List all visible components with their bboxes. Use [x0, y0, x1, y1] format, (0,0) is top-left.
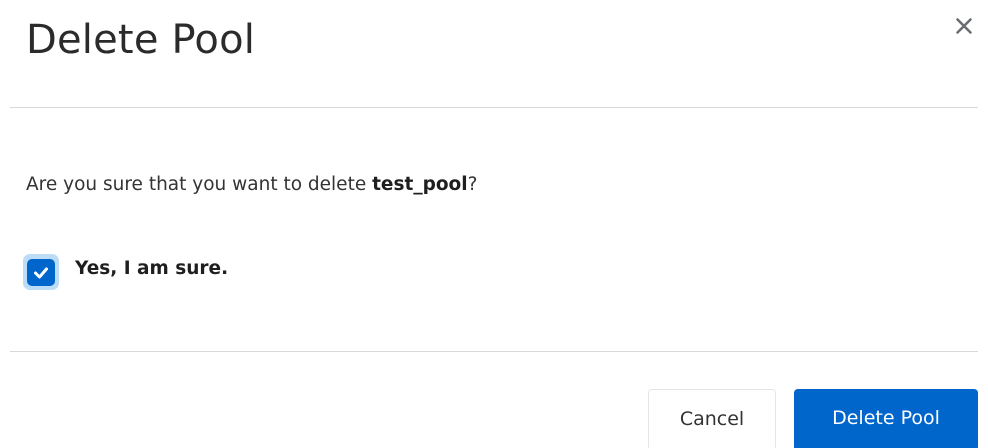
confirm-question: Are you sure that you want to delete tes… — [26, 171, 477, 199]
footer-divider — [10, 351, 978, 352]
modal-title: Delete Pool — [26, 17, 256, 63]
question-suffix: ? — [467, 174, 478, 195]
close-button[interactable] — [948, 10, 980, 42]
pool-name: test_pool — [372, 174, 468, 195]
delete-pool-modal: Delete Pool Are you sure that you want t… — [0, 0, 988, 448]
checkmark-icon — [27, 267, 55, 290]
header-divider — [10, 107, 978, 108]
delete-pool-button[interactable]: Delete Pool — [794, 389, 978, 448]
cancel-button[interactable]: Cancel — [648, 389, 776, 448]
confirm-checkbox-row: Yes, I am sure. — [22, 252, 228, 296]
confirm-checkbox-label[interactable]: Yes, I am sure. — [75, 255, 228, 283]
confirm-checkbox[interactable] — [22, 252, 62, 292]
question-prefix: Are you sure that you want to delete — [26, 174, 373, 195]
close-icon — [948, 18, 980, 45]
checkbox-box — [27, 259, 55, 286]
